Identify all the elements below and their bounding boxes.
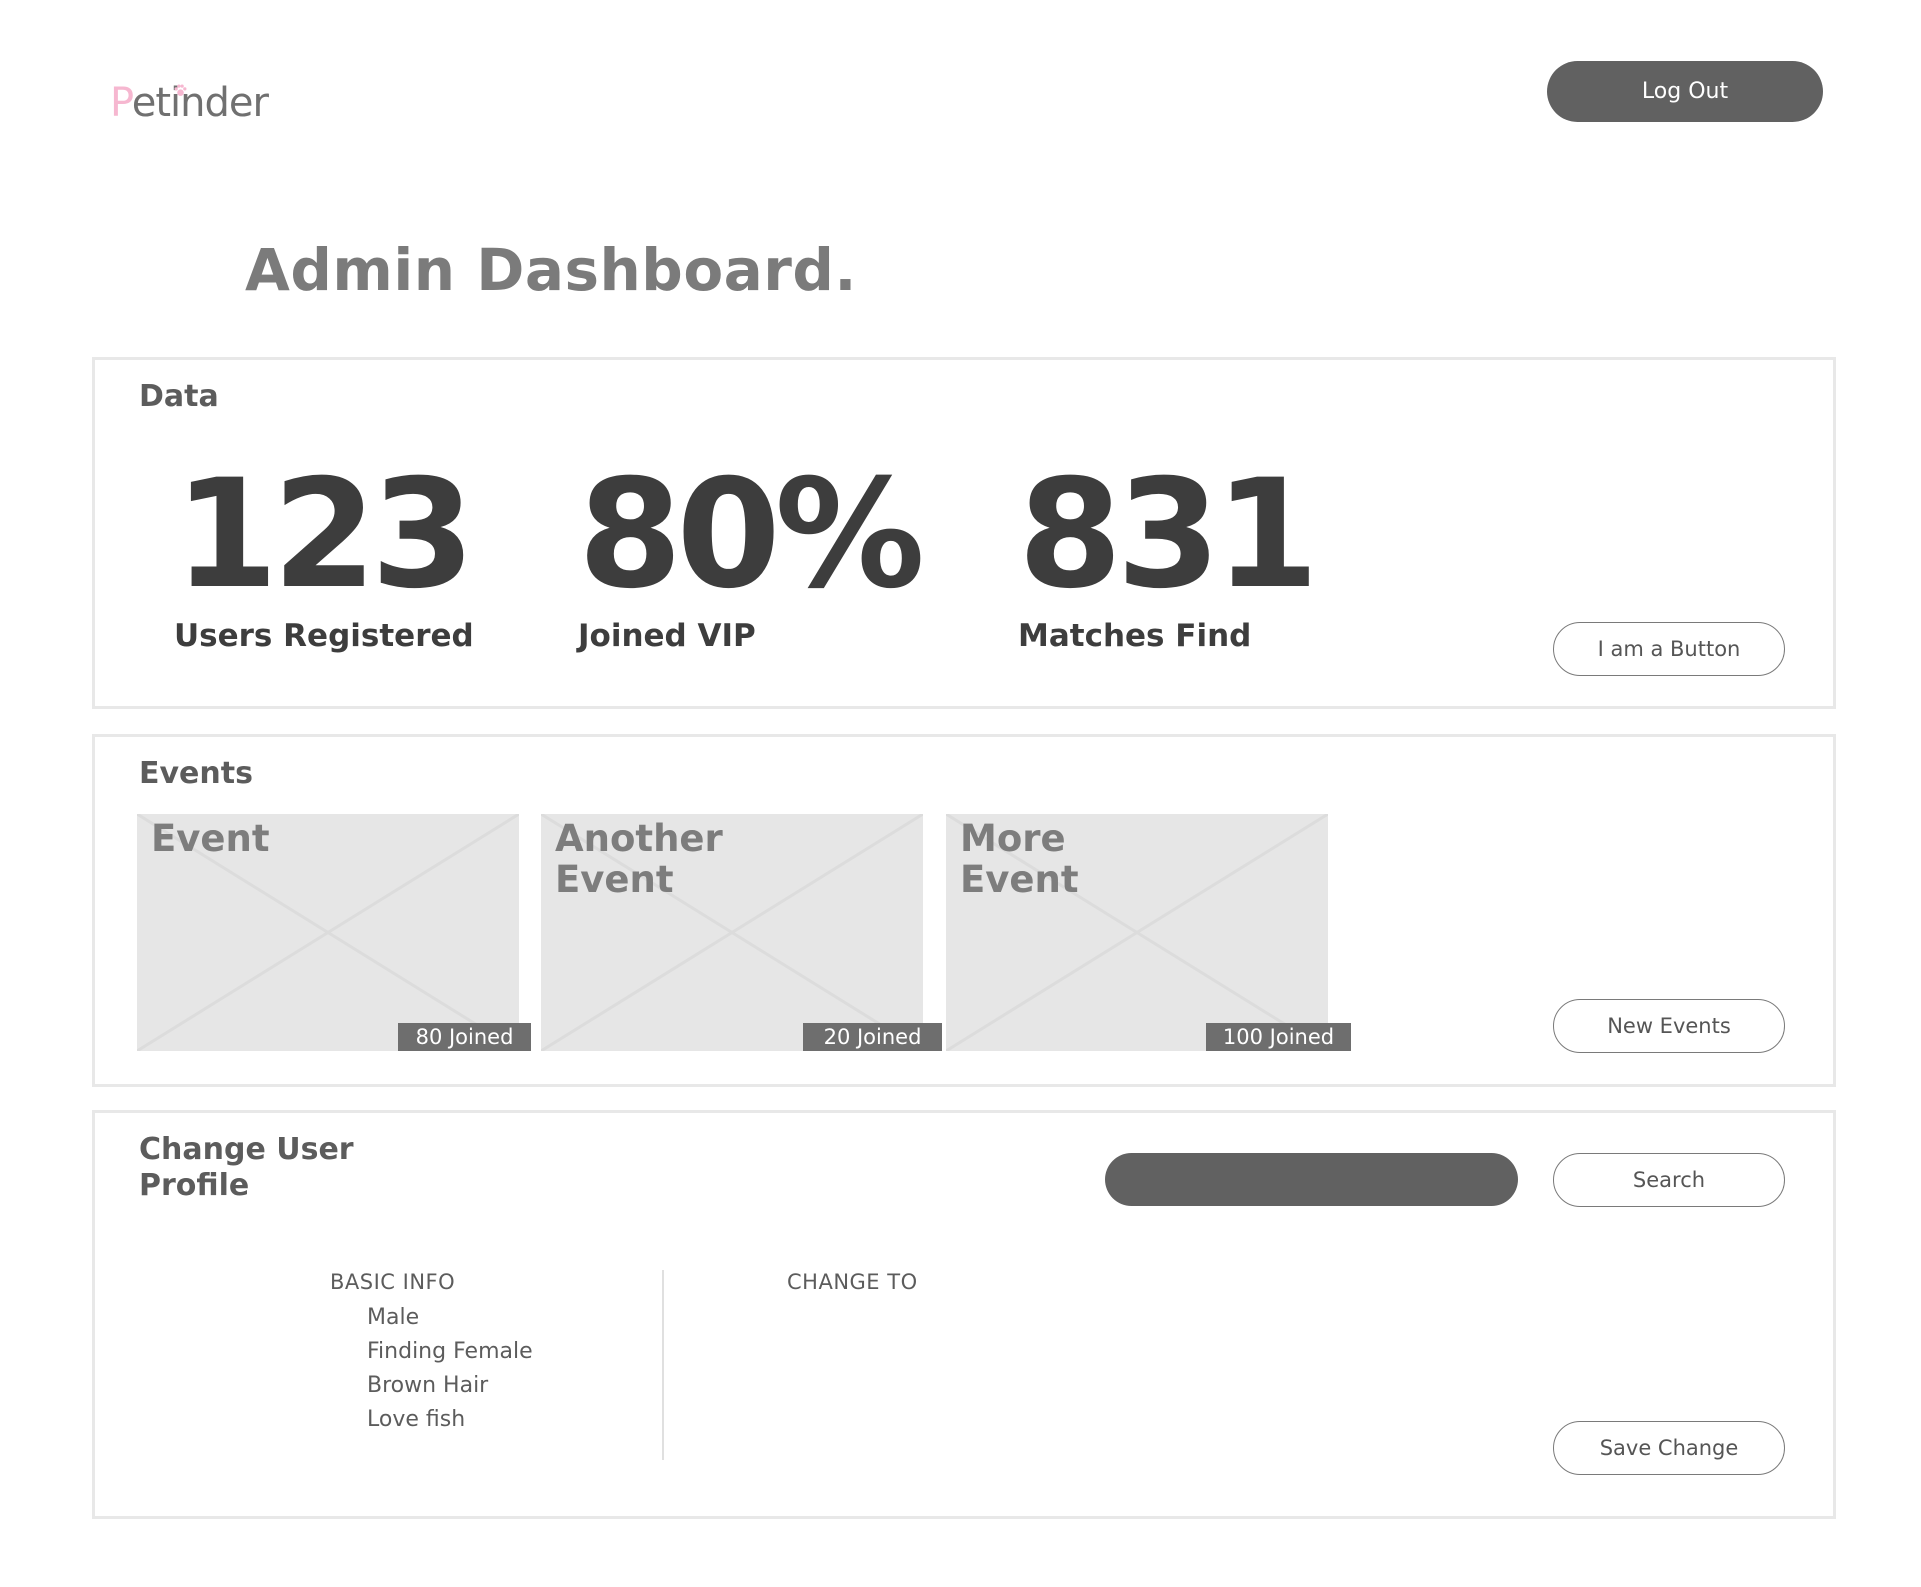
change-user-profile-panel: Change User Profile Search BASIC INFO Ma… xyxy=(92,1110,1836,1519)
page-title: Admin Dashboard. xyxy=(245,236,857,304)
joined-badge: 80 Joined xyxy=(398,1023,531,1051)
logo-rest: etinder xyxy=(131,80,269,126)
save-change-button[interactable]: Save Change xyxy=(1553,1421,1785,1475)
stat-value: 831 xyxy=(1018,448,1319,622)
logout-button[interactable]: Log Out xyxy=(1547,61,1823,122)
stat-joined-vip: 80% Joined VIP xyxy=(578,448,925,654)
event-card[interactable]: More Event 100 Joined xyxy=(946,814,1351,1051)
petinder-logo[interactable]: Petinder xyxy=(110,80,269,126)
stat-matches-find: 831 Matches Find xyxy=(1018,448,1319,654)
profile-title-line1: Change User xyxy=(139,1132,354,1167)
stat-users-registered: 123 Users Registered xyxy=(174,448,475,654)
stat-label: Joined VIP xyxy=(578,618,756,654)
user-search-input[interactable] xyxy=(1105,1153,1518,1206)
search-button[interactable]: Search xyxy=(1553,1153,1785,1207)
event-title: More Event xyxy=(960,817,1079,901)
joined-badge: 20 Joined xyxy=(803,1023,942,1051)
admin-dashboard-page: Petinder Log Out Admin Dashboard. Data 1… xyxy=(0,0,1921,1587)
events-panel-title: Events xyxy=(139,756,253,791)
profile-panel-title: Change User Profile xyxy=(139,1132,354,1204)
paw-icon xyxy=(174,84,187,96)
stat-label: Matches Find xyxy=(1018,618,1252,654)
basic-info-heading: BASIC INFO xyxy=(330,1270,456,1294)
stat-label: Users Registered xyxy=(174,618,474,654)
event-card[interactable]: Event 80 Joined xyxy=(137,814,531,1051)
list-item: Male xyxy=(367,1305,420,1330)
list-item: Brown Hair xyxy=(367,1373,489,1398)
list-item: Love fish xyxy=(367,1407,466,1432)
change-to-heading: CHANGE TO xyxy=(787,1270,918,1294)
column-divider xyxy=(662,1270,664,1460)
stat-value: 80% xyxy=(578,448,925,622)
i-am-a-button[interactable]: I am a Button xyxy=(1553,622,1785,676)
joined-badge: 100 Joined xyxy=(1206,1023,1351,1051)
event-title: Event xyxy=(151,817,270,860)
event-card[interactable]: Another Event 20 Joined xyxy=(541,814,942,1051)
profile-title-line2: Profile xyxy=(139,1168,250,1203)
list-item: Finding Female xyxy=(367,1339,533,1364)
logo-first-letter: P xyxy=(110,80,133,126)
event-title: Another Event xyxy=(555,817,723,901)
stat-value: 123 xyxy=(174,448,475,622)
basic-info-list: Male Finding Female Brown Hair Love fish xyxy=(367,1301,533,1437)
events-panel: Events Event 80 Joined Another Event 20 … xyxy=(92,734,1836,1087)
data-panel: Data 123 Users Registered 80% Joined VIP… xyxy=(92,357,1836,709)
data-panel-title: Data xyxy=(139,379,219,414)
new-events-button[interactable]: New Events xyxy=(1553,999,1785,1053)
